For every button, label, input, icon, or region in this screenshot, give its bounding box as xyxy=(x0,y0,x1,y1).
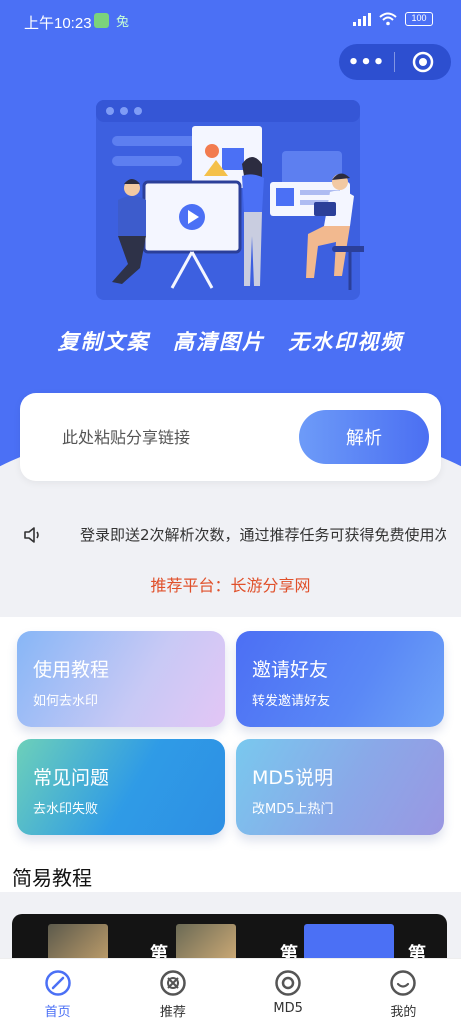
app-notification-icon xyxy=(94,13,109,28)
status-time: 上午10:23 xyxy=(24,15,92,32)
page: 上午10:23 兔 100 ••• 复制文案 高清图片 无水印视频 此处粘贴分享… xyxy=(0,0,461,1024)
status-indicators: 100 xyxy=(353,12,433,26)
card-md5-info[interactable]: MD5说明 改MD5上热门 xyxy=(236,739,444,835)
close-program-button[interactable] xyxy=(395,51,450,73)
hero-slogan: 复制文案 高清图片 无水印视频 xyxy=(57,330,404,354)
mini-program-capsule: ••• xyxy=(339,44,451,80)
bottom-tab-bar: 首页 推荐 MD5 我的 xyxy=(0,958,461,1024)
card-title: 常见问题 xyxy=(33,767,110,789)
tab-recommend[interactable]: 推荐 xyxy=(115,959,230,1024)
speaker-icon xyxy=(24,527,39,543)
card-subtitle: 去水印失败 xyxy=(33,802,99,817)
tab-home[interactable]: 首页 xyxy=(0,959,115,1024)
section-title: 简易教程 xyxy=(12,866,92,890)
battery-icon: 100 xyxy=(405,12,433,26)
target-icon xyxy=(412,51,433,73)
tab-md5[interactable]: MD5 xyxy=(231,959,346,1024)
recommend-platform-link[interactable]: 推荐平台：长游分享网 xyxy=(0,572,461,596)
signal-icon xyxy=(353,12,371,26)
link-parse-card: 解析 xyxy=(20,393,441,481)
card-subtitle: 如何去水印 xyxy=(33,694,99,709)
recommend-icon xyxy=(160,970,186,996)
tab-label: MD5 xyxy=(273,1001,303,1016)
card-title: 使用教程 xyxy=(33,659,110,681)
card-invite-friends[interactable]: 邀请好友 转发邀请好友 xyxy=(236,631,444,727)
target-icon xyxy=(275,970,301,996)
card-subtitle: 转发邀请好友 xyxy=(252,694,331,709)
tab-label: 首页 xyxy=(44,1005,71,1020)
card-title: 邀请好友 xyxy=(252,659,329,681)
card-title: MD5说明 xyxy=(252,767,334,789)
tab-label: 我的 xyxy=(390,1005,417,1020)
notice-bar: 登录即送2次解析次数，通过推荐任务可获得免费使用次数 xyxy=(0,512,461,558)
parse-button[interactable]: 解析 xyxy=(299,410,429,464)
hero-illustration xyxy=(96,100,364,300)
card-faq[interactable]: 常见问题 去水印失败 xyxy=(17,739,225,835)
tab-mine[interactable]: 我的 xyxy=(346,959,461,1024)
compass-icon xyxy=(44,970,71,996)
notice-text: 登录即送2次解析次数，通过推荐任务可获得免费使用次数 xyxy=(80,526,446,544)
smile-icon xyxy=(390,970,417,996)
more-menu-button[interactable]: ••• xyxy=(339,52,394,73)
card-subtitle: 改MD5上热门 xyxy=(252,802,334,817)
share-link-input[interactable] xyxy=(62,423,292,451)
wifi-icon xyxy=(379,12,397,26)
status-bar: 上午10:23 兔 100 xyxy=(0,0,461,44)
tab-label: 推荐 xyxy=(159,1005,186,1020)
card-tutorial[interactable]: 使用教程 如何去水印 xyxy=(17,631,225,727)
app-badge-icon: 兔 xyxy=(116,15,130,30)
